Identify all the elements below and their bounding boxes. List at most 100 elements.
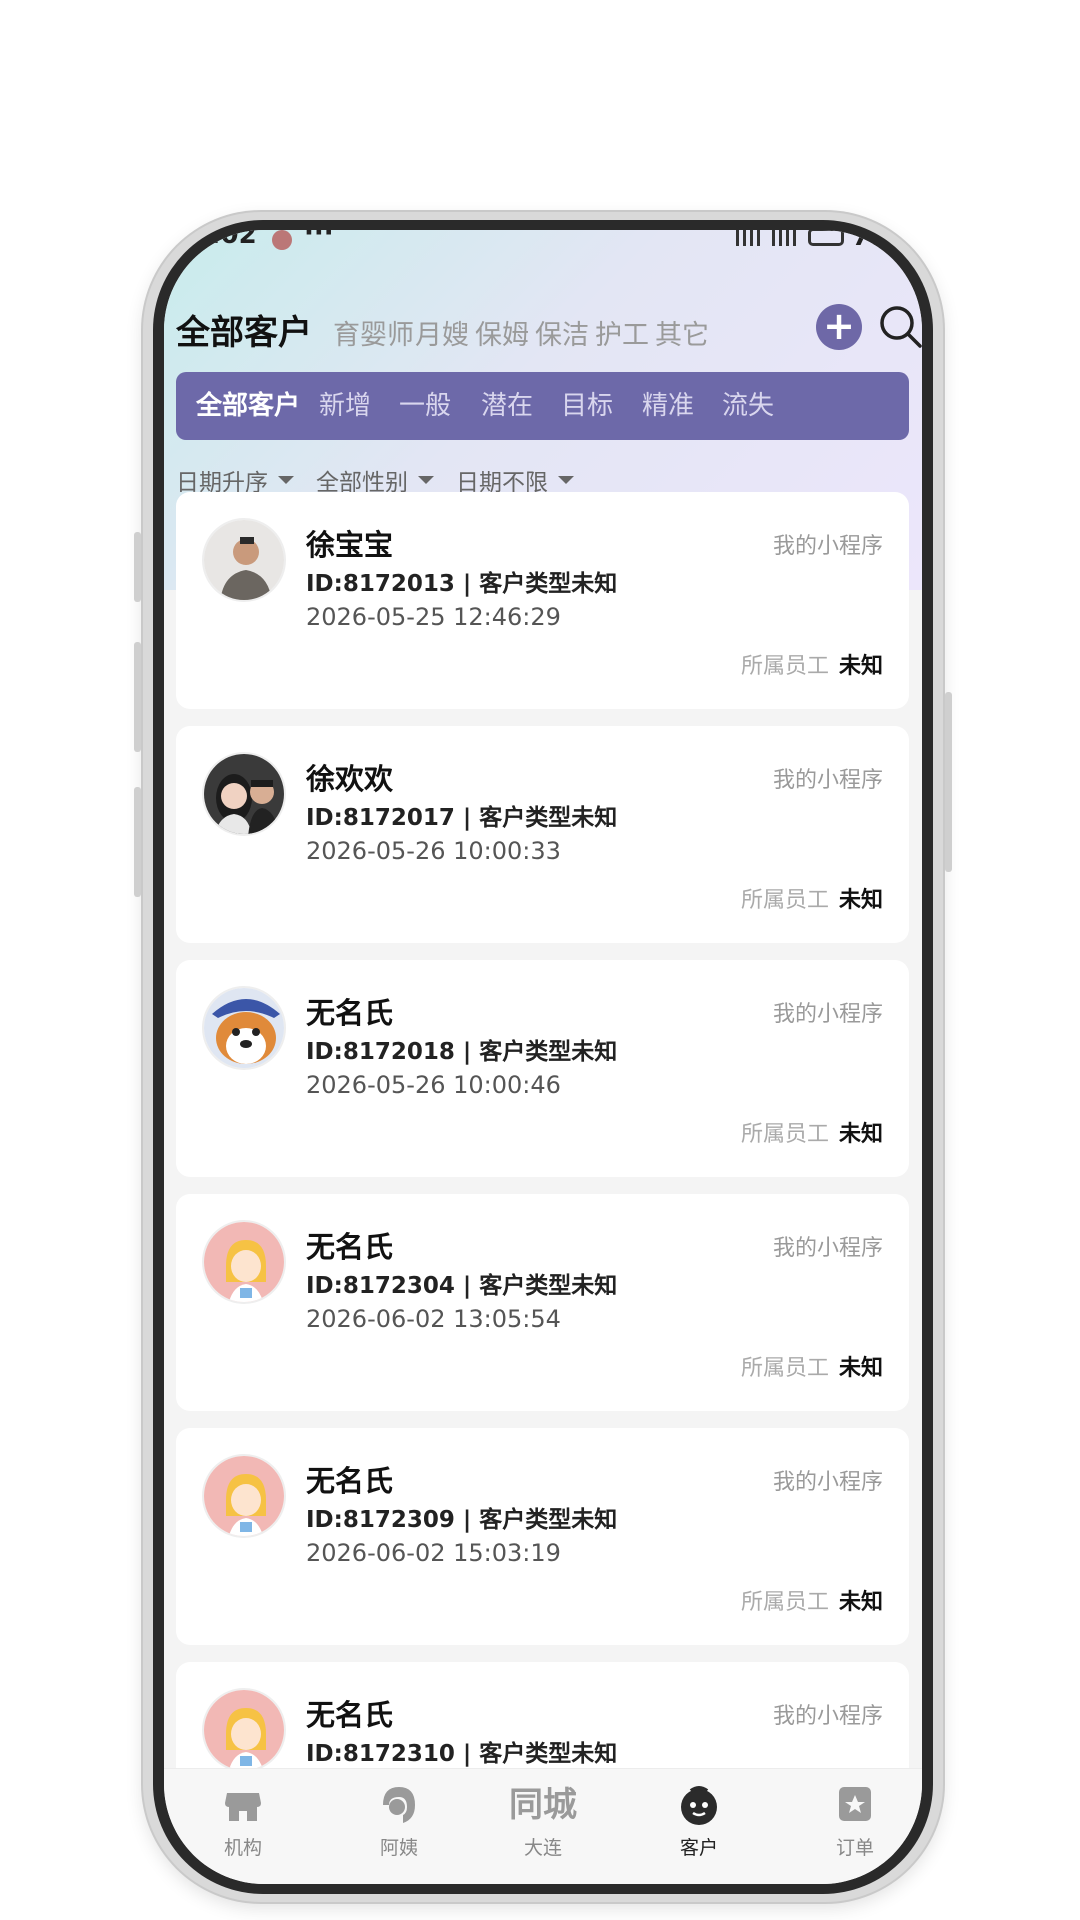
staff-info: 所属员工 未知: [741, 648, 883, 680]
avatar: [202, 1688, 286, 1772]
staff-label: 所属员工: [740, 1590, 829, 1615]
cartoon-girl-icon: [204, 1222, 284, 1302]
chevron-down-icon: [278, 476, 294, 484]
staff-info: 所属员工 未知: [741, 1116, 883, 1148]
battery-icon: [807, 230, 844, 246]
tab-nanny[interactable]: 阿姨: [344, 1783, 454, 1860]
chevron-down-icon: [558, 476, 574, 484]
customer-card[interactable]: 徐宝宝 ID:8172013 | 客户类型未知 2026-05-25 12:46…: [176, 492, 909, 709]
tab-nursery-teacher[interactable]: 育婴师: [333, 313, 414, 352]
staff-value: 未知: [838, 888, 883, 913]
tab-maternity-matron[interactable]: 月嫂: [415, 313, 469, 352]
couple-photo-icon: [204, 754, 284, 834]
tab-customers[interactable]: 客户: [644, 1783, 754, 1860]
customer-card[interactable]: 无名氏 ID:8172304 | 客户类型未知 2026-06-02 13:05…: [176, 1194, 909, 1411]
customer-date: 2026-05-26 10:00:33: [306, 837, 561, 865]
bottom-tab-bar: 机构 阿姨 同城 大连 客户 订单: [164, 1768, 922, 1884]
search-icon[interactable]: [876, 302, 922, 352]
customer-source: 我的小程序: [772, 1002, 883, 1027]
category-tabs: 全部客户 育婴师 月嫂 保姆 保洁 护工 其它 +: [176, 302, 922, 358]
filter-lost[interactable]: 流失: [722, 372, 774, 440]
tab-nanny[interactable]: 保姆: [475, 313, 529, 352]
staff-info: 所属员工 未知: [741, 882, 883, 914]
filter-new[interactable]: 新增: [319, 372, 371, 440]
customer-date: 2026-06-02 15:03:19: [306, 1539, 561, 1567]
customer-source: 我的小程序: [772, 768, 883, 793]
volume-button: [134, 787, 141, 897]
customer-id: ID:8172309 | 客户类型未知: [306, 1507, 618, 1533]
filter-precise[interactable]: 精准: [642, 372, 694, 440]
customer-date: 2026-06-02 13:05:54: [306, 1305, 561, 1333]
staff-value: 未知: [838, 654, 883, 679]
status-indicators: 77: [735, 230, 888, 252]
customer-card[interactable]: 无名氏 ID:8172309 | 客户类型未知 2026-06-02 15:03…: [176, 1428, 909, 1645]
customer-source: 我的小程序: [772, 1704, 883, 1729]
customer-id: ID:8172310 | 客户类型未知: [306, 1741, 618, 1767]
customer-date: 2026-05-26 10:00:46: [306, 1071, 561, 1099]
customer-name: 无名氏: [306, 1230, 394, 1264]
avatar: [202, 518, 286, 602]
tab-all-customers[interactable]: 全部客户: [176, 305, 312, 354]
tab-label: 客户: [679, 1837, 718, 1859]
customer-card[interactable]: 无名氏 ID:8172018 | 客户类型未知 2026-05-26 10:00…: [176, 960, 909, 1177]
customer-id: ID:8172017 | 客户类型未知: [306, 805, 618, 831]
tab-label: 机构: [223, 1837, 262, 1859]
tab-orders[interactable]: 订单: [800, 1783, 910, 1860]
customer-type-filter: 全部客户 新增 一般 潜在 目标 精准 流失: [176, 372, 909, 440]
staff-value: 未知: [838, 1590, 883, 1615]
tab-city[interactable]: 同城 大连: [488, 1783, 598, 1860]
customer-name: 无名氏: [306, 996, 394, 1030]
customer-card[interactable]: 徐欢欢 ID:8172017 | 客户类型未知 2026-05-26 10:00…: [176, 726, 909, 943]
tab-agency[interactable]: 机构: [188, 1783, 298, 1860]
customer-id: ID:8172013 | 客户类型未知: [306, 571, 618, 597]
staff-value: 未知: [838, 1122, 883, 1147]
staff-label: 所属员工: [740, 888, 829, 913]
battery-level: 77: [851, 230, 888, 252]
customer-id: ID:8172018 | 客户类型未知: [306, 1039, 618, 1065]
tab-label: 大连: [523, 1837, 562, 1859]
customer-name: 徐宝宝: [306, 528, 394, 562]
cartoon-girl-icon: [204, 1456, 284, 1536]
chevron-down-icon: [418, 476, 434, 484]
avatar: [202, 1220, 286, 1304]
staff-info: 所属员工 未知: [741, 1584, 883, 1616]
customer-source: 我的小程序: [772, 1236, 883, 1261]
customer-name: 徐欢欢: [306, 762, 394, 796]
customer-id: ID:8172304 | 客户类型未知: [306, 1273, 618, 1299]
cartoon-girl-icon: [204, 1690, 284, 1770]
power-button: [945, 692, 952, 872]
status-avatar-icon: [272, 230, 292, 250]
tab-label: 阿姨: [379, 1837, 418, 1859]
filter-all[interactable]: 全部客户: [196, 372, 300, 440]
add-customer-button[interactable]: +: [816, 304, 862, 350]
avatar: [202, 752, 286, 836]
filter-target[interactable]: 目标: [561, 372, 613, 440]
staff-label: 所属员工: [740, 1122, 829, 1147]
tab-caregiver[interactable]: 护工: [595, 313, 649, 352]
volume-button: [134, 532, 141, 602]
tab-other[interactable]: 其它: [655, 313, 709, 352]
staff-info: 所属员工 未知: [741, 1350, 883, 1382]
filter-normal[interactable]: 一般: [399, 372, 451, 440]
staff-label: 所属员工: [740, 1356, 829, 1381]
order-icon: [839, 1787, 871, 1821]
app-screen: 5:02 ··· 77 全部客户 育婴师 月嫂 保姆 保洁 护工 其它 + 全部…: [164, 230, 922, 1884]
customer-date: 2026-05-25 12:46:29: [306, 603, 561, 631]
tab-cleaner[interactable]: 保洁: [535, 313, 589, 352]
signal-icon: [771, 230, 800, 246]
status-bar: 5:02 ··· 77: [164, 230, 922, 260]
avatar: [202, 986, 286, 1070]
corgi-icon: [204, 988, 284, 1068]
city-icon: 同城: [509, 1785, 577, 1825]
man-photo-icon: [204, 520, 284, 600]
baby-face-icon: [681, 1786, 717, 1825]
customer-name: 无名氏: [306, 1698, 394, 1732]
filter-potential[interactable]: 潜在: [481, 372, 533, 440]
phone-frame: 5:02 ··· 77 全部客户 育婴师 月嫂 保姆 保洁 护工 其它 + 全部…: [134, 212, 952, 1902]
customer-source: 我的小程序: [772, 534, 883, 559]
avatar: [202, 1454, 286, 1538]
signal-icon: [735, 230, 764, 246]
tab-label: 订单: [835, 1837, 874, 1859]
customer-name: 无名氏: [306, 1464, 394, 1498]
store-icon: [225, 1793, 261, 1821]
